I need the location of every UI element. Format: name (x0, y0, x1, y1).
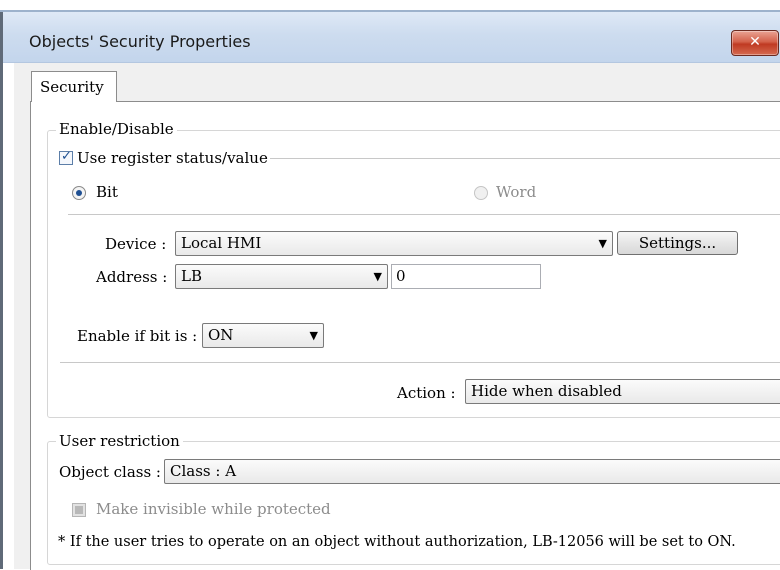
action-select[interactable]: Hide when disabled (465, 379, 780, 404)
enable-disable-legend: Enable/Disable (56, 120, 177, 138)
use-register-separator (270, 158, 780, 159)
close-button[interactable]: ✕ (731, 30, 779, 56)
close-icon: ✕ (749, 34, 761, 50)
checkmark-icon: ✓ (61, 149, 72, 164)
object-class-value: Class : A (170, 462, 237, 480)
window-frame-left (0, 12, 3, 569)
device-select[interactable]: Local HMI ▼ (175, 231, 613, 256)
radio-dot-icon (76, 190, 82, 196)
enable-if-bit-value: ON (208, 326, 234, 344)
tab-security-label: Security (40, 78, 104, 96)
device-label: Device : (105, 235, 167, 253)
window-title: Objects' Security Properties (29, 32, 251, 51)
bit-radio[interactable] (72, 186, 86, 200)
tab-security[interactable]: Security (31, 71, 117, 102)
enable-if-bit-label: Enable if bit is : (77, 327, 198, 345)
action-label: Action : (397, 384, 456, 402)
word-radio-label: Word (496, 183, 537, 201)
enable-if-separator (60, 362, 780, 363)
settings-button[interactable]: Settings... (617, 231, 738, 255)
address-type-select[interactable]: LB ▼ (175, 264, 388, 289)
use-register-checkbox[interactable]: ✓ (59, 149, 73, 165)
word-radio[interactable] (474, 186, 488, 200)
object-class-label: Object class : (59, 463, 161, 481)
user-restriction-legend: User restriction (56, 432, 183, 450)
title-bar[interactable]: Objects' Security Properties ✕ (3, 12, 780, 63)
bit-word-separator (68, 214, 780, 215)
address-type-value: LB (181, 267, 202, 285)
checkbox-fill-icon (75, 506, 83, 514)
action-select-value: Hide when disabled (471, 382, 622, 400)
address-number-input[interactable]: 0 (391, 264, 541, 289)
bit-radio-label: Bit (96, 183, 118, 201)
address-number-value: 0 (396, 267, 406, 285)
authorization-note: * If the user tries to operate on an obj… (58, 534, 736, 550)
device-select-value: Local HMI (181, 234, 262, 252)
use-register-label: Use register status/value (77, 149, 272, 167)
make-invisible-label: Make invisible while protected (96, 500, 331, 518)
enable-if-bit-select[interactable]: ON ▼ (202, 323, 324, 348)
make-invisible-checkbox[interactable] (72, 503, 86, 517)
object-class-select[interactable]: Class : A (164, 459, 780, 484)
chevron-down-icon: ▼ (598, 237, 607, 250)
address-label: Address : (96, 268, 168, 286)
chevron-down-icon: ▼ (309, 329, 318, 342)
chevron-down-icon: ▼ (373, 270, 382, 283)
